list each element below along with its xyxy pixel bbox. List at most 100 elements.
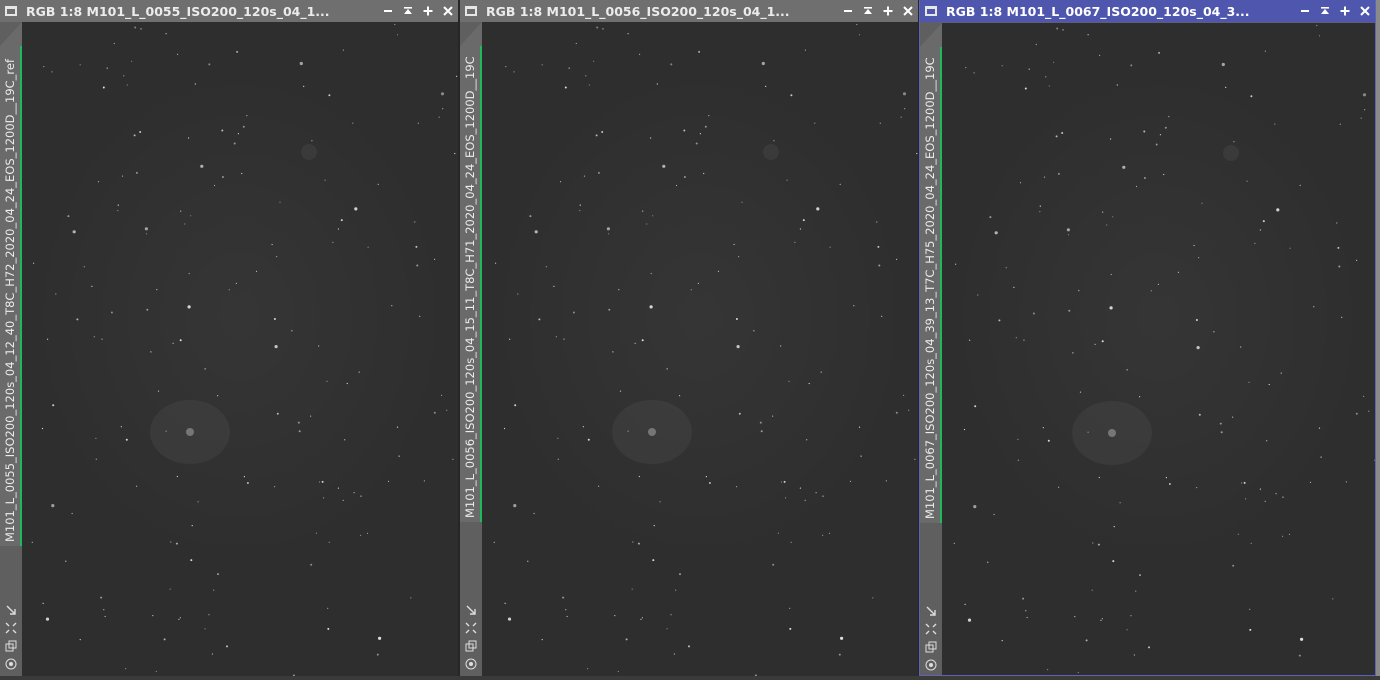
star: [840, 636, 844, 640]
target-icon[interactable]: [923, 657, 939, 673]
image-window-0067[interactable]: RGB 1:8 M101_L_0067_ISO200_120s_04_3... …: [919, 0, 1376, 676]
star: [1168, 116, 1170, 118]
star: [789, 607, 791, 609]
minimize-icon[interactable]: [378, 1, 398, 21]
image-view[interactable]: [942, 23, 1375, 675]
star: [588, 84, 590, 86]
star: [165, 430, 167, 432]
tab-corner-icon: [920, 23, 942, 47]
minimize-icon[interactable]: [838, 1, 858, 21]
clone-icon[interactable]: [923, 639, 939, 655]
clone-icon[interactable]: [3, 638, 19, 654]
close-icon[interactable]: [1355, 1, 1375, 21]
view-identifier-tab[interactable]: M101_L_0055_ISO200_120s_04_12_40_T8C_H72…: [0, 46, 22, 546]
star: [1240, 346, 1242, 348]
star: [415, 245, 418, 248]
star: [808, 382, 810, 385]
star: [1072, 352, 1074, 354]
target-icon[interactable]: [463, 656, 479, 672]
star: [327, 627, 330, 630]
workspace: RGB 1:8 M101_L_0055_ISO200_120s_04_1... …: [0, 0, 1380, 680]
fit-view-icon[interactable]: [923, 603, 939, 619]
star: [204, 628, 206, 630]
star: [1288, 533, 1291, 535]
star: [638, 475, 640, 478]
star: [705, 476, 707, 478]
shade-icon[interactable]: [398, 1, 418, 21]
star: [106, 67, 108, 69]
star: [1280, 372, 1282, 374]
zoom-icon[interactable]: [923, 621, 939, 637]
clone-icon[interactable]: [463, 638, 479, 654]
fit-view-icon[interactable]: [3, 602, 19, 618]
star: [738, 412, 741, 415]
zoom-icon[interactable]: [3, 620, 19, 636]
star: [120, 426, 122, 428]
star: [1300, 637, 1304, 641]
window-titlebar[interactable]: RGB 1:8 M101_L_0055_ISO200_120s_04_1...: [0, 0, 458, 22]
star: [505, 66, 507, 68]
window-titlebar[interactable]: RGB 1:8 M101_L_0067_ISO200_120s_04_3...: [920, 0, 1375, 22]
star: [683, 176, 686, 178]
star: [1232, 564, 1235, 567]
star: [416, 264, 419, 267]
image-view[interactable]: [482, 22, 918, 676]
shade-icon[interactable]: [1315, 1, 1335, 21]
star: [1338, 265, 1341, 268]
star: [97, 181, 100, 183]
star: [697, 282, 699, 284]
star: [790, 94, 793, 97]
star: [184, 223, 186, 225]
star: [790, 541, 792, 543]
star: [1130, 615, 1132, 617]
fit-view-icon[interactable]: [463, 602, 479, 618]
star: [708, 482, 711, 484]
maximize-icon[interactable]: [418, 1, 438, 21]
star: [354, 207, 358, 211]
view-identifier-tab[interactable]: M101_L_0056_ISO200_120s_04_15_11_T8C_H71…: [460, 46, 482, 522]
image-window-0055[interactable]: RGB 1:8 M101_L_0055_ISO200_120s_04_1... …: [0, 0, 458, 676]
star: [704, 125, 707, 128]
star: [1005, 267, 1007, 269]
star: [1017, 459, 1019, 461]
star: [860, 455, 862, 457]
star: [1039, 211, 1041, 213]
star: [1022, 597, 1025, 600]
view-identifier-tab[interactable]: M101_L_0067_ISO200_120s_04_39_13_T7C_H75…: [920, 47, 942, 523]
star: [1259, 488, 1261, 490]
star: [760, 430, 763, 433]
zoom-icon[interactable]: [463, 620, 479, 636]
star: [31, 541, 33, 543]
star: [297, 421, 300, 424]
star: [652, 559, 655, 562]
star: [1068, 309, 1071, 312]
star: [820, 371, 822, 373]
close-icon[interactable]: [898, 1, 918, 21]
star: [179, 617, 181, 619]
maximize-icon[interactable]: [1335, 1, 1355, 21]
star: [419, 315, 421, 317]
star: [973, 505, 977, 509]
star: [822, 495, 824, 497]
star: [1196, 487, 1198, 489]
side-tab: M101_L_0056_ISO200_120s_04_15_11_T8C_H71…: [460, 22, 482, 676]
maximize-icon[interactable]: [878, 1, 898, 21]
window-titlebar[interactable]: RGB 1:8 M101_L_0056_ISO200_120s_04_1...: [460, 0, 918, 22]
star: [1159, 134, 1161, 136]
image-window-0056[interactable]: RGB 1:8 M101_L_0056_ISO200_120s_04_1... …: [460, 0, 918, 676]
star: [736, 486, 738, 488]
image-view[interactable]: [22, 22, 458, 676]
star: [217, 573, 219, 576]
star: [1047, 439, 1050, 442]
star: [200, 164, 204, 168]
minimize-icon[interactable]: [1295, 1, 1315, 21]
star: [541, 639, 543, 641]
close-icon[interactable]: [438, 1, 458, 21]
star: [1158, 51, 1161, 54]
star: [653, 525, 655, 527]
shade-icon[interactable]: [858, 1, 878, 21]
star: [625, 638, 628, 641]
star: [607, 233, 610, 235]
target-icon[interactable]: [3, 656, 19, 672]
star: [509, 338, 511, 340]
